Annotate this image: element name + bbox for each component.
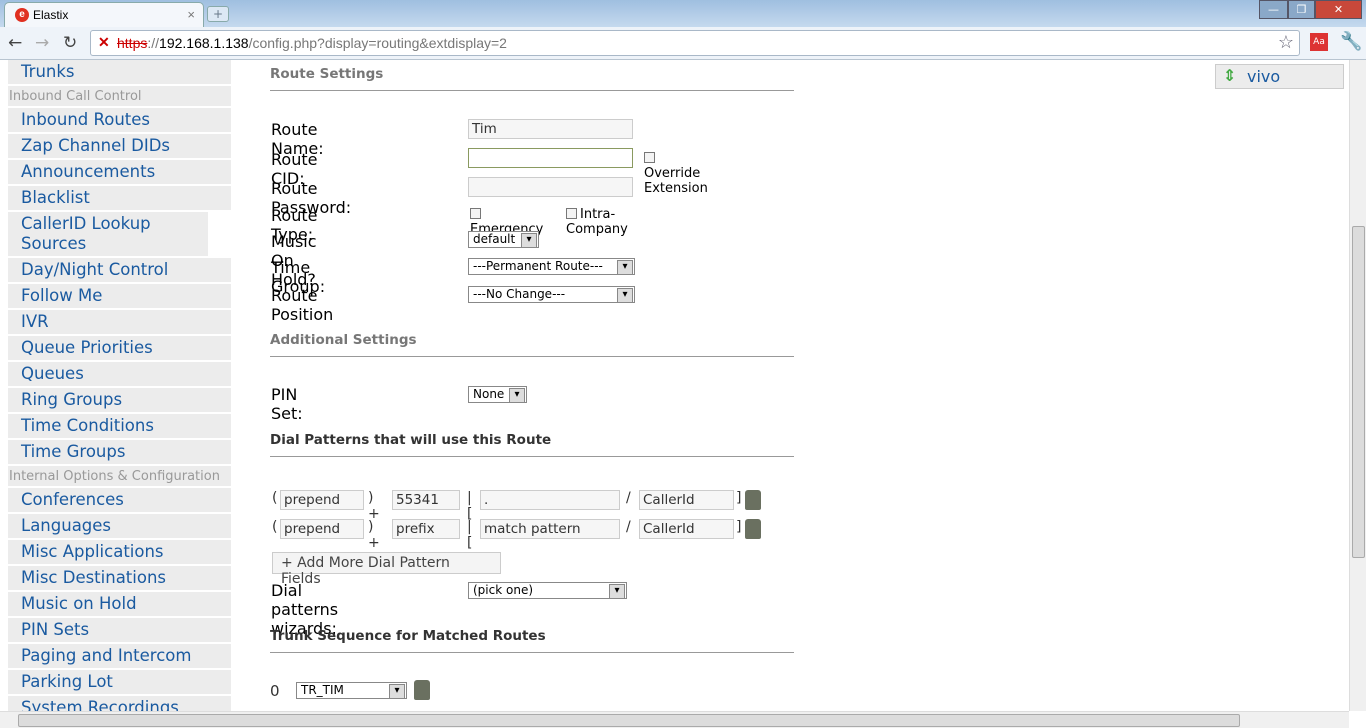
bracket-close: ] [736, 490, 742, 506]
plus-sign: ) + [368, 519, 380, 551]
route-password-input[interactable] [468, 177, 633, 197]
callerid-input[interactable]: CallerId [639, 490, 734, 510]
sidebar: Trunks Inbound Call Control Inbound Routes… [8, 60, 231, 722]
sidebar-section-header: Internal Options & Configuration [8, 466, 231, 486]
slash: / [626, 490, 631, 506]
add-dial-pattern-button[interactable]: + Add More Dial Pattern Fields [272, 552, 501, 587]
paren-open: ( [272, 490, 278, 506]
section-dial-patterns: Dial Patterns that will use this Route [270, 432, 794, 457]
wrench-icon[interactable]: 🔧 [1340, 31, 1362, 52]
section-additional-settings: Additional Settings [270, 332, 794, 357]
match-pattern-input[interactable]: match pattern [480, 519, 620, 539]
sidebar-item[interactable]: Trunks [8, 60, 231, 84]
moh-select[interactable]: default [468, 231, 539, 248]
url-path: /config.php?display=routing&extdisplay=2 [248, 35, 507, 51]
back-icon[interactable]: ← [8, 33, 22, 53]
sidebar-item[interactable]: Paging and Intercom [8, 644, 231, 668]
address-bar[interactable]: ✕ https://192.168.1.138/config.php?displ… [90, 30, 1300, 56]
sidebar-item[interactable]: Time Conditions [8, 414, 231, 438]
sidebar-item[interactable]: Languages [8, 514, 231, 538]
section-route-settings: Route Settings [270, 66, 794, 91]
intra-company-checkbox[interactable]: Intra-Company [566, 207, 628, 237]
trunk-index: 0 [270, 682, 280, 700]
prefix-input[interactable]: 55341 [392, 490, 460, 510]
tab-bar: e Elastix × + — ❐ ✕ [0, 0, 1366, 27]
tab-elastix[interactable]: e Elastix × [4, 2, 204, 27]
reload-icon[interactable]: ↻ [63, 33, 77, 53]
sidebar-item[interactable]: Music on Hold [8, 592, 231, 616]
maximize-button[interactable]: ❐ [1288, 0, 1315, 19]
bracket-close: ] [736, 519, 742, 535]
sidebar-item[interactable]: Queues [8, 362, 231, 386]
close-tab-icon[interactable]: × [187, 7, 195, 22]
prefix-input[interactable]: prefix [392, 519, 460, 539]
route-position-select[interactable]: ---No Change--- [468, 286, 635, 303]
time-group-select[interactable]: ---Permanent Route--- [468, 258, 635, 275]
sidebar-item[interactable]: Blacklist [8, 186, 231, 210]
match-pattern-input[interactable]: . [480, 490, 620, 510]
route-name-input[interactable]: Tim [468, 119, 633, 139]
extension-icon[interactable]: Aa [1310, 33, 1328, 51]
sidebar-item[interactable]: Follow Me [8, 284, 231, 308]
sidebar-item[interactable]: PIN Sets [8, 618, 231, 642]
sidebar-item[interactable]: Announcements [8, 160, 231, 184]
horizontal-scrollbar[interactable] [0, 711, 1349, 728]
bookmark-star-icon[interactable]: ☆ [1278, 32, 1294, 53]
sidebar-item[interactable]: Zap Channel DIDs [8, 134, 231, 158]
forward-icon[interactable]: → [35, 33, 49, 53]
user-badge[interactable]: ⇕ vivo [1215, 64, 1344, 89]
trash-icon[interactable] [414, 680, 430, 700]
prepend-input[interactable]: prepend [280, 490, 364, 510]
sidebar-item[interactable]: Time Groups [8, 440, 231, 464]
sidebar-item[interactable]: Day/Night Control [8, 258, 231, 282]
trunk-select[interactable]: TR_TIM [296, 682, 407, 699]
browser-toolbar: ← → ↻ ✕ https://192.168.1.138/config.php… [0, 27, 1366, 60]
sidebar-item[interactable]: IVR [8, 310, 231, 334]
sidebar-item[interactable]: Conferences [8, 488, 231, 512]
route-cid-input[interactable] [468, 148, 633, 168]
route-position-label: Route Position [271, 286, 334, 324]
sidebar-item[interactable]: Misc Applications [8, 540, 231, 564]
tab-title: Elastix [33, 8, 69, 22]
close-window-button[interactable]: ✕ [1315, 0, 1362, 19]
slash: / [626, 519, 631, 535]
user-name: vivo [1247, 67, 1281, 86]
sidebar-item[interactable]: Parking Lot [8, 670, 231, 694]
insecure-lock-icon: ✕ [98, 34, 110, 50]
callerid-input[interactable]: CallerId [639, 519, 734, 539]
minimize-button[interactable]: — [1259, 0, 1288, 19]
horizontal-scroll-thumb[interactable] [18, 714, 1240, 727]
sidebar-item[interactable]: Inbound Routes [8, 108, 231, 132]
sidebar-item[interactable]: Misc Destinations [8, 566, 231, 590]
pin-set-select[interactable]: None [468, 386, 527, 403]
vertical-scroll-thumb[interactable] [1352, 226, 1365, 558]
prepend-input[interactable]: prepend [280, 519, 364, 539]
sidebar-item[interactable]: Queue Priorities [8, 336, 231, 360]
trash-icon[interactable] [745, 490, 761, 510]
separator: | [ [467, 519, 473, 551]
section-trunk-sequence: Trunk Sequence for Matched Routes [270, 628, 794, 653]
plus-sign: ) + [368, 490, 380, 522]
pin-set-label: PIN Set: [271, 385, 303, 423]
updown-arrow-icon: ⇕ [1223, 66, 1237, 85]
url-host: 192.168.1.138 [159, 35, 249, 51]
dial-wizard-select[interactable]: (pick one) [468, 582, 627, 599]
sidebar-section-header: Inbound Call Control [8, 86, 231, 106]
override-extension-label: Override Extension [644, 166, 708, 196]
override-extension-checkbox[interactable]: Override Extension [644, 151, 708, 196]
sidebar-item[interactable]: CallerID Lookup Sources [8, 212, 208, 256]
trash-icon[interactable] [745, 519, 761, 539]
separator: | [ [467, 490, 473, 522]
vertical-scrollbar[interactable] [1349, 60, 1366, 711]
new-tab-button[interactable]: + [207, 6, 229, 22]
elastix-logo-icon: e [15, 8, 29, 22]
url-scheme: https [117, 35, 148, 51]
sidebar-item[interactable]: Ring Groups [8, 388, 231, 412]
paren-open: ( [272, 519, 278, 535]
